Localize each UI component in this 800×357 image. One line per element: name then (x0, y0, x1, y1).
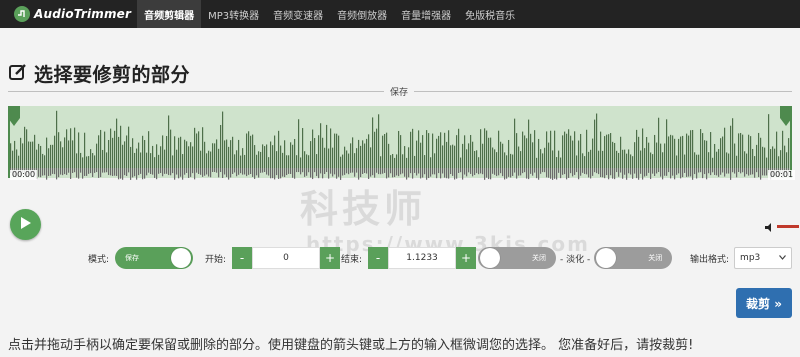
start-input[interactable]: 0 (252, 247, 321, 269)
format-value: mp3 (740, 253, 761, 263)
nav-item-volume-booster[interactable]: 音量增强器 (394, 0, 458, 28)
brand-name: AudioTrimmer (34, 7, 132, 21)
mode-toggle-label: 保存 (125, 254, 140, 262)
start-time-label: 00:00 (10, 170, 38, 180)
nav-item-free-music[interactable]: 免版税音乐 (458, 0, 522, 28)
start-label: 开始: (205, 254, 227, 265)
fade-label: - 淡化 - (560, 254, 591, 265)
start-minus-button[interactable]: - (232, 247, 253, 269)
watermark-text: 科技师 (300, 187, 427, 231)
end-time-label: 00:01 (768, 170, 796, 180)
top-nav: AudioTrimmer 音频剪辑器 MP3转换器 音频变速器 音频倒放器 音量… (0, 0, 800, 28)
format-select[interactable]: mp3 (734, 247, 793, 269)
nav-item-mp3-converter[interactable]: MP3转换器 (201, 0, 266, 28)
fade-control: 关闭 - 淡化 - 关闭 (478, 247, 673, 269)
instruction-text: 点击并拖动手柄以确定要保留或删除的部分。使用键盘的箭头键或上方的输入框微调您的选… (8, 338, 694, 353)
page-title-row: 选择要修剪的部分 (8, 60, 190, 87)
edit-square-icon (8, 62, 28, 86)
page-title: 选择要修剪的部分 (34, 64, 191, 86)
play-icon (20, 215, 32, 234)
mode-control: 模式: 保存 (88, 247, 194, 269)
end-minus-button[interactable]: - (368, 247, 389, 269)
logo[interactable]: AudioTrimmer (0, 0, 131, 28)
section-label-save: 保存 (384, 85, 415, 98)
nav-item-audio-trimmer[interactable]: 音频剪辑器 (137, 0, 202, 28)
chevron-down-icon (779, 253, 787, 263)
mode-toggle[interactable]: 保存 (115, 247, 194, 269)
volume-control[interactable] (765, 217, 799, 236)
mode-label: 模式: (88, 254, 110, 265)
fade-out-toggle[interactable]: 关闭 (594, 247, 673, 269)
end-label: 结束: (341, 254, 363, 265)
nav-item-audio-reverser[interactable]: 音频倒放器 (330, 0, 394, 28)
start-control: 开始: - 0 + (205, 247, 341, 269)
play-button[interactable] (10, 209, 41, 240)
cut-button[interactable]: 裁剪 » (736, 288, 792, 318)
fade-in-toggle-knob (480, 248, 500, 268)
fade-out-toggle-knob (596, 248, 617, 268)
volume-slider[interactable] (777, 225, 799, 228)
waveform-canvas[interactable] (8, 106, 792, 182)
start-plus-button[interactable]: + (320, 247, 341, 269)
nav-item-speed-changer[interactable]: 音频变速器 (266, 0, 330, 28)
logo-icon (14, 6, 30, 22)
end-input[interactable]: 1.1233 (388, 247, 457, 269)
speaker-icon (765, 217, 774, 236)
waveform-editor[interactable]: 00:00 00:01 (8, 106, 796, 182)
format-control: 输出格式: mp3 (690, 247, 793, 269)
fade-out-toggle-label: 关闭 (648, 254, 663, 262)
mode-toggle-knob (171, 248, 192, 268)
format-label: 输出格式: (690, 254, 730, 265)
end-plus-button[interactable]: + (456, 247, 477, 269)
fade-in-toggle[interactable]: 关闭 (478, 247, 556, 269)
end-control: 结束: - 1.1233 + (341, 247, 477, 269)
fade-in-toggle-label: 关闭 (532, 254, 546, 262)
